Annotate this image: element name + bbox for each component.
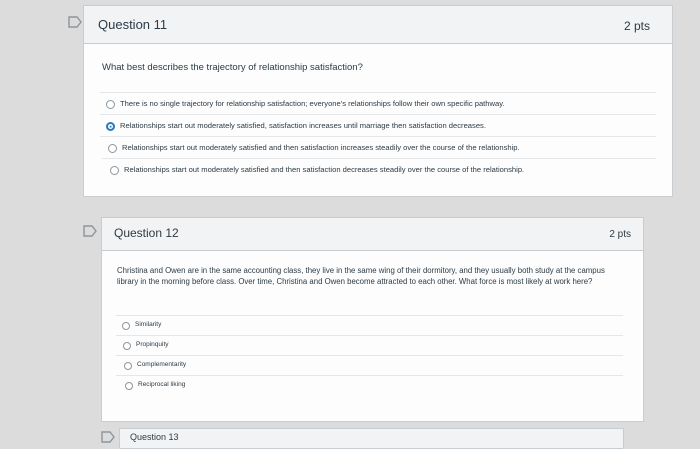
flag-question-13-icon[interactable] (101, 431, 115, 443)
answer-label: Relationships start out moderately satis… (120, 121, 486, 130)
answer-label: Propinquity (136, 341, 169, 348)
answer-label: Complementarity (137, 361, 187, 368)
answer-option[interactable]: Complementarity (116, 355, 623, 376)
radio-button-icon[interactable] (108, 144, 117, 153)
answer-option[interactable]: Propinquity (116, 335, 623, 356)
answer-label: Similarity (135, 321, 162, 328)
question-text: What best describes the trajectory of re… (102, 62, 363, 73)
flag-question-11-icon[interactable] (68, 16, 82, 28)
question-text: Christina and Owen are in the same accou… (117, 266, 605, 286)
question-title: Question 12 (114, 226, 179, 240)
answer-option[interactable]: There is no single trajectory for relati… (100, 92, 656, 115)
answer-label: There is no single trajectory for relati… (120, 99, 505, 108)
radio-button-icon[interactable] (125, 382, 133, 390)
answer-option[interactable]: Relationships start out moderately satis… (102, 158, 656, 181)
radio-button-icon[interactable] (123, 342, 131, 350)
question-header: Question 12 2 pts (102, 218, 643, 251)
flag-question-12-icon[interactable] (83, 225, 97, 237)
answer-label: Reciprocal liking (138, 381, 186, 388)
radio-button-icon[interactable] (124, 362, 132, 370)
radio-button-selected-icon[interactable] (106, 122, 115, 131)
answer-option[interactable]: Reciprocal liking (116, 375, 623, 396)
radio-button-icon[interactable] (110, 166, 119, 175)
answer-option[interactable]: Similarity (116, 315, 623, 336)
answer-option[interactable]: Relationships start out moderately satis… (100, 136, 656, 159)
answer-option[interactable]: Relationships start out moderately satis… (100, 114, 656, 137)
question-title: Question 13 (130, 432, 179, 442)
question-title: Question 11 (98, 17, 168, 32)
radio-button-icon[interactable] (122, 322, 130, 330)
question-card-11: Question 11 2 pts What best describes th… (83, 5, 673, 197)
question-points: 2 pts (609, 229, 631, 240)
question-header: Question 13 (120, 429, 623, 449)
question-card-12: Question 12 2 pts Christina and Owen are… (101, 217, 644, 422)
question-points: 2 pts (623, 19, 650, 33)
radio-button-icon[interactable] (106, 100, 115, 109)
answer-label: Relationships start out moderately satis… (122, 143, 520, 152)
question-header: Question 11 2 pts (84, 6, 672, 44)
answer-label: Relationships start out moderately satis… (124, 165, 525, 174)
question-card-13: Question 13 (119, 428, 624, 449)
